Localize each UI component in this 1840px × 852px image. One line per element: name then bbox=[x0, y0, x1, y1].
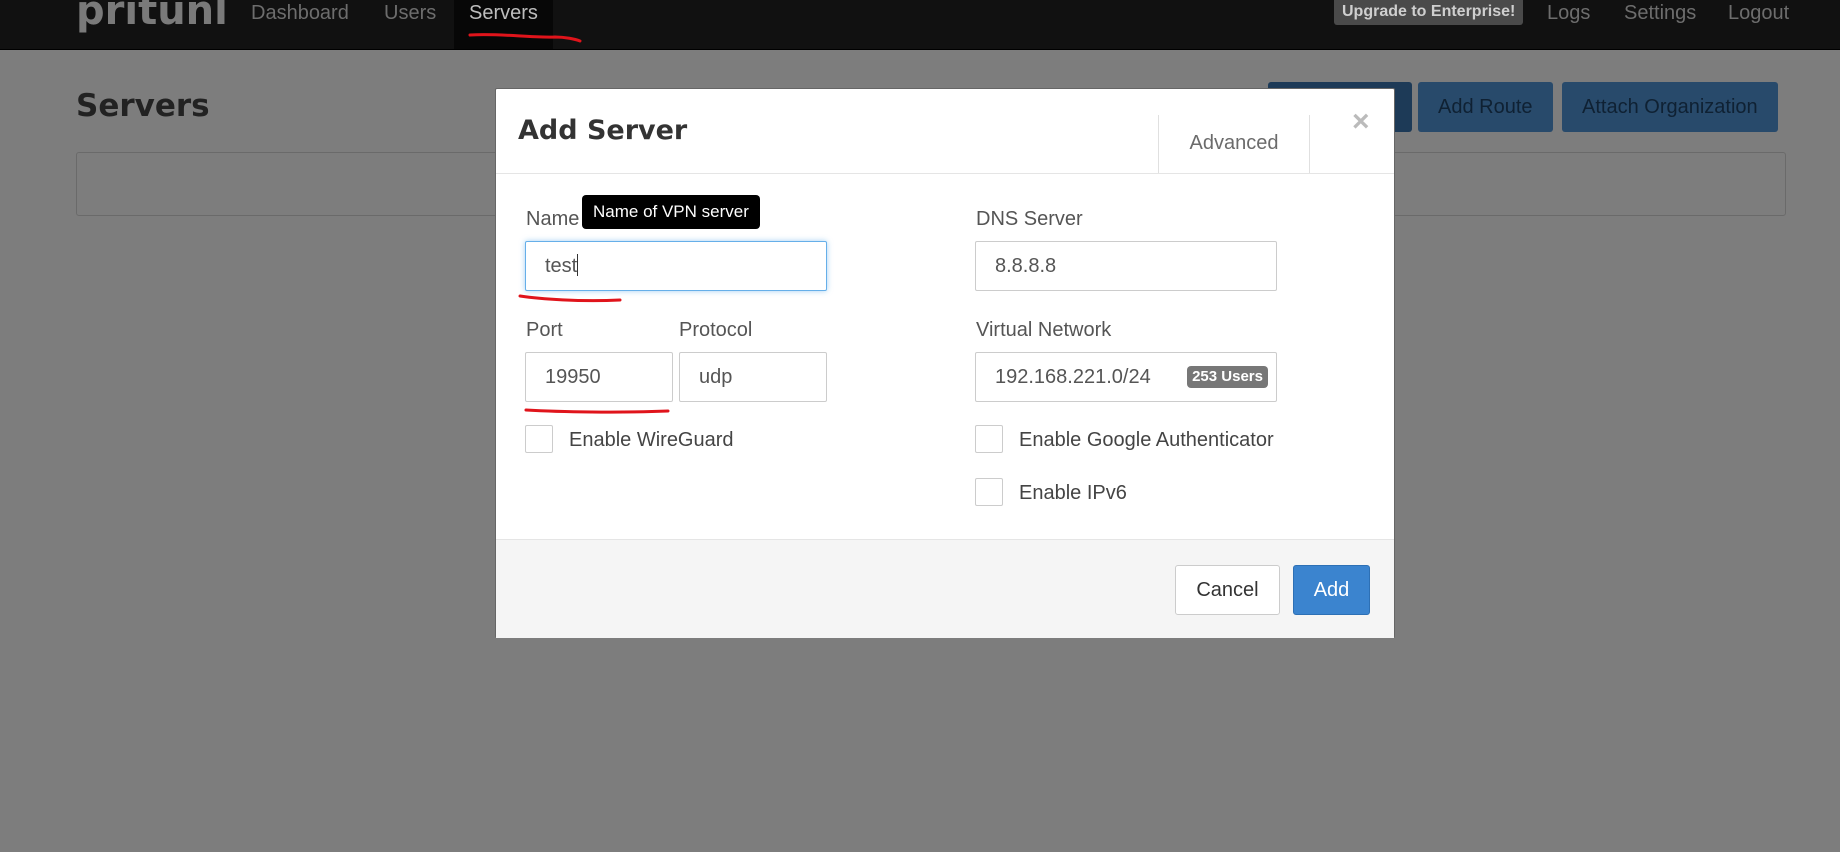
attach-organization-button[interactable]: Attach Organization bbox=[1562, 82, 1778, 132]
ipv6-label[interactable]: Enable IPv6 bbox=[1019, 482, 1127, 505]
nav-dashboard[interactable]: Dashboard bbox=[251, 0, 349, 49]
network-value: 192.168.221.0/24 bbox=[995, 366, 1151, 388]
text-caret bbox=[577, 254, 579, 276]
name-tooltip: Name of VPN server bbox=[582, 195, 760, 229]
add-button[interactable]: Add bbox=[1293, 565, 1370, 615]
network-label: Virtual Network bbox=[976, 319, 1112, 341]
dns-label: DNS Server bbox=[976, 208, 1083, 230]
google-auth-checkbox[interactable] bbox=[975, 425, 1003, 453]
network-input[interactable]: 192.168.221.0/24 253 Users bbox=[975, 352, 1277, 402]
add-server-modal: Add Server Advanced × Name test Name of … bbox=[495, 88, 1395, 638]
advanced-button[interactable]: Advanced bbox=[1158, 115, 1310, 173]
port-label: Port bbox=[526, 319, 563, 341]
name-label: Name bbox=[526, 208, 580, 230]
dns-input[interactable]: 8.8.8.8 bbox=[975, 241, 1277, 291]
nav-settings[interactable]: Settings bbox=[1624, 0, 1696, 49]
nav-servers[interactable]: Servers bbox=[454, 0, 553, 49]
add-route-button[interactable]: Add Route bbox=[1418, 82, 1553, 132]
wireguard-label[interactable]: Enable WireGuard bbox=[569, 429, 734, 452]
users-badge: 253 Users bbox=[1187, 366, 1268, 388]
brand-logo[interactable]: pritunl bbox=[76, 0, 228, 34]
modal-header: Add Server Advanced × bbox=[496, 89, 1394, 174]
google-auth-label[interactable]: Enable Google Authenticator bbox=[1019, 429, 1274, 452]
top-navbar: pritunl Dashboard Users Servers Upgrade … bbox=[0, 0, 1840, 50]
modal-title: Add Server bbox=[518, 115, 688, 146]
nav-logout[interactable]: Logout bbox=[1728, 0, 1789, 49]
wireguard-checkbox[interactable] bbox=[525, 425, 553, 453]
name-input-value: test bbox=[545, 255, 578, 277]
name-input[interactable]: test bbox=[525, 241, 827, 291]
protocol-select[interactable]: udp bbox=[679, 352, 827, 402]
protocol-label: Protocol bbox=[679, 319, 753, 341]
upgrade-button[interactable]: Upgrade to Enterprise! bbox=[1334, 0, 1524, 25]
port-input[interactable]: 19950 bbox=[525, 352, 673, 402]
cancel-button[interactable]: Cancel bbox=[1175, 565, 1280, 615]
close-icon[interactable]: × bbox=[1352, 107, 1370, 137]
ipv6-checkbox[interactable] bbox=[975, 478, 1003, 506]
nav-users[interactable]: Users bbox=[384, 0, 436, 49]
modal-footer: Cancel Add bbox=[496, 539, 1394, 638]
page-title: Servers bbox=[76, 88, 210, 124]
nav-logs[interactable]: Logs bbox=[1547, 0, 1590, 49]
